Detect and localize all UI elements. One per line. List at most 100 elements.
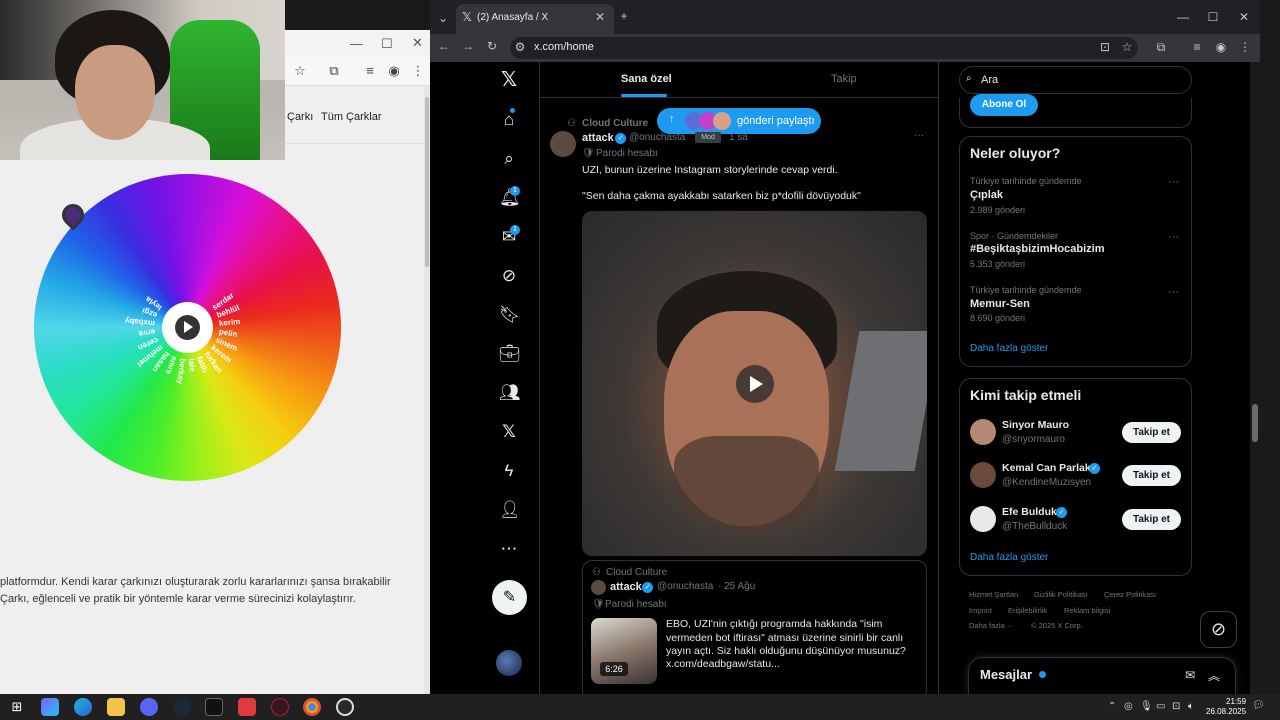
footer-more[interactable]: Daha fazla ···: [969, 621, 1014, 630]
x-logo-icon[interactable]: 𝕏: [499, 70, 519, 90]
steam-app-icon[interactable]: [173, 698, 191, 716]
x-scroll-thumb[interactable]: [1252, 404, 1258, 442]
edge-app-icon[interactable]: [74, 698, 92, 716]
footer-ads-info[interactable]: Reklam bilgisi: [1064, 606, 1110, 615]
footer-privacy[interactable]: Gizlilik Politikası: [1034, 590, 1088, 599]
discord-app-icon[interactable]: [140, 698, 158, 716]
left-scroll-thumb[interactable]: [425, 97, 429, 267]
spin-button[interactable]: [175, 315, 200, 340]
post-time[interactable]: 1 sa: [729, 132, 748, 143]
trend-2-name[interactable]: #BeşiktaşbizimHocabizim: [970, 243, 1105, 255]
post-video[interactable]: [582, 211, 927, 556]
explore-search-icon[interactable]: ⌕: [499, 149, 519, 169]
suggestion-2-follow-button[interactable]: Takip et: [1122, 465, 1181, 486]
volume-icon[interactable]: 🔈︎: [1188, 701, 1194, 712]
forward-icon[interactable]: →: [461, 39, 475, 53]
taskbar-clock[interactable]: 21:59 26.08.2025: [1206, 697, 1246, 717]
quote-community[interactable]: Cloud Culture: [606, 567, 667, 578]
suggestion-3-name[interactable]: Efe Bulduk: [1002, 506, 1057, 518]
verified-orgs-bolt-icon[interactable]: ϟ: [499, 461, 519, 481]
nav-link-tum-carklar[interactable]: Tüm Çarklar: [321, 111, 382, 123]
tray-device-icon[interactable]: ▭: [1156, 701, 1165, 712]
extensions-icon[interactable]: ⧉: [326, 63, 342, 79]
epic-games-icon[interactable]: [205, 698, 223, 716]
post-community[interactable]: Cloud Culture: [582, 118, 648, 129]
back-icon[interactable]: ←: [437, 39, 451, 53]
suggestion-3-follow-button[interactable]: Takip et: [1122, 509, 1181, 530]
red-app-icon[interactable]: [238, 698, 256, 716]
file-explorer-icon[interactable]: [107, 698, 125, 716]
media-icon[interactable]: ≡: [362, 63, 378, 79]
microphone-icon[interactable]: 🎙︎: [1140, 701, 1153, 712]
footer-terms[interactable]: Hizmet Şartları: [969, 590, 1019, 599]
tray-overflow-icon[interactable]: ⌃: [1108, 701, 1116, 712]
tray-app-icon[interactable]: ◎: [1124, 701, 1133, 712]
trend-3-more-icon[interactable]: ···: [1168, 286, 1179, 298]
obs-app-icon[interactable]: [336, 698, 354, 716]
new-message-icon[interactable]: ✉: [1183, 668, 1197, 682]
footer-accessibility[interactable]: Erişilebilirlik: [1008, 606, 1047, 615]
account-avatar[interactable]: [496, 650, 522, 676]
trend-1-more-icon[interactable]: ···: [1168, 176, 1179, 188]
chrome-profile-icon[interactable]: ◉: [1214, 40, 1228, 54]
trend-1-name[interactable]: Çıplak: [970, 189, 1003, 201]
x-maximize-icon[interactable]: ☐: [1206, 10, 1220, 24]
x-close-icon[interactable]: ✕: [1237, 10, 1251, 24]
minimize-icon[interactable]: —: [350, 36, 363, 51]
home-icon[interactable]: ⌂: [499, 110, 519, 130]
trend-2-more-icon[interactable]: ···: [1168, 231, 1179, 243]
communities-icon[interactable]: 👥︎: [499, 383, 521, 403]
post-author-name[interactable]: attack: [582, 132, 614, 144]
suggestion-1-handle[interactable]: @snyormauro: [1002, 434, 1065, 445]
more-circle-icon[interactable]: ⋯: [499, 539, 519, 559]
reload-icon[interactable]: ↻: [485, 39, 499, 53]
profile-person-icon[interactable]: 👤︎: [499, 500, 521, 520]
tab-close-icon[interactable]: ✕: [593, 10, 607, 24]
premium-x-icon[interactable]: 𝕏: [499, 422, 519, 442]
footer-cookies[interactable]: Çerez Politikası: [1104, 590, 1156, 599]
video-play-button[interactable]: [736, 365, 774, 403]
menu-icon[interactable]: ⋮: [410, 63, 426, 79]
suggestion-1-avatar[interactable]: [970, 419, 996, 445]
close-icon[interactable]: ✕: [412, 35, 423, 51]
suggestion-2-handle[interactable]: @KendineMuzisyen: [1002, 477, 1091, 488]
chrome-menu-icon[interactable]: ⋮: [1238, 40, 1252, 54]
post-more-icon[interactable]: ···: [914, 130, 924, 141]
bookmarks-icon[interactable]: 🔖︎: [499, 305, 521, 325]
profile-icon[interactable]: ◉: [386, 63, 402, 79]
bookmark-star-icon[interactable]: ☆: [1120, 40, 1134, 54]
trend-3-name[interactable]: Memur-Sen: [970, 298, 1030, 310]
suggestion-2-name[interactable]: Kemal Can Parlak: [1002, 462, 1091, 474]
star-icon[interactable]: ☆: [292, 63, 308, 79]
start-windows-icon[interactable]: ⊞: [8, 698, 26, 716]
compose-post-button[interactable]: ✎: [492, 580, 527, 615]
site-info-icon[interactable]: ⚙: [513, 40, 527, 54]
suggestion-1-follow-button[interactable]: Takip et: [1122, 422, 1181, 443]
footer-imprint[interactable]: Imprint: [969, 606, 992, 615]
tab-list-icon[interactable]: ⌄: [436, 11, 450, 25]
quote-author-handle[interactable]: @onuchasta: [657, 581, 713, 592]
url-text[interactable]: x.com/home: [534, 41, 594, 53]
url-field[interactable]: [510, 37, 1138, 59]
grok-icon[interactable]: ⊘: [499, 266, 519, 286]
nav-link-carki[interactable]: Çarkı: [287, 111, 313, 123]
copilot-app-icon[interactable]: [41, 698, 59, 716]
network-icon[interactable]: ⊡: [1172, 701, 1180, 712]
tab-following[interactable]: Takip: [831, 73, 857, 85]
who-to-follow-show-more-link[interactable]: Daha fazla göster: [970, 552, 1048, 563]
app-icon-circle[interactable]: [271, 698, 289, 716]
maximize-icon[interactable]: ☐: [381, 36, 393, 52]
extensions-puzzle-icon[interactable]: ⧉: [1154, 40, 1168, 55]
quote-text-line-4[interactable]: x.com/deadbgaw/statu...: [666, 658, 780, 670]
x-scrollbar[interactable]: [1250, 62, 1260, 694]
subscribe-button[interactable]: Abone Ol: [970, 94, 1038, 116]
chrome-app-icon[interactable]: [303, 698, 321, 716]
new-posts-pill-label[interactable]: gönderi paylaştı: [737, 115, 815, 127]
quote-author-name[interactable]: attack: [610, 581, 642, 593]
jobs-briefcase-icon[interactable]: 💼︎: [499, 344, 521, 364]
tab-for-you[interactable]: Sana özel: [621, 73, 672, 85]
trends-show-more-link[interactable]: Daha fazla göster: [970, 343, 1048, 354]
notification-center-icon[interactable]: 💬︎: [1252, 700, 1265, 711]
quote-author-avatar[interactable]: [591, 580, 606, 595]
media-control-icon[interactable]: ≡: [1190, 40, 1204, 54]
